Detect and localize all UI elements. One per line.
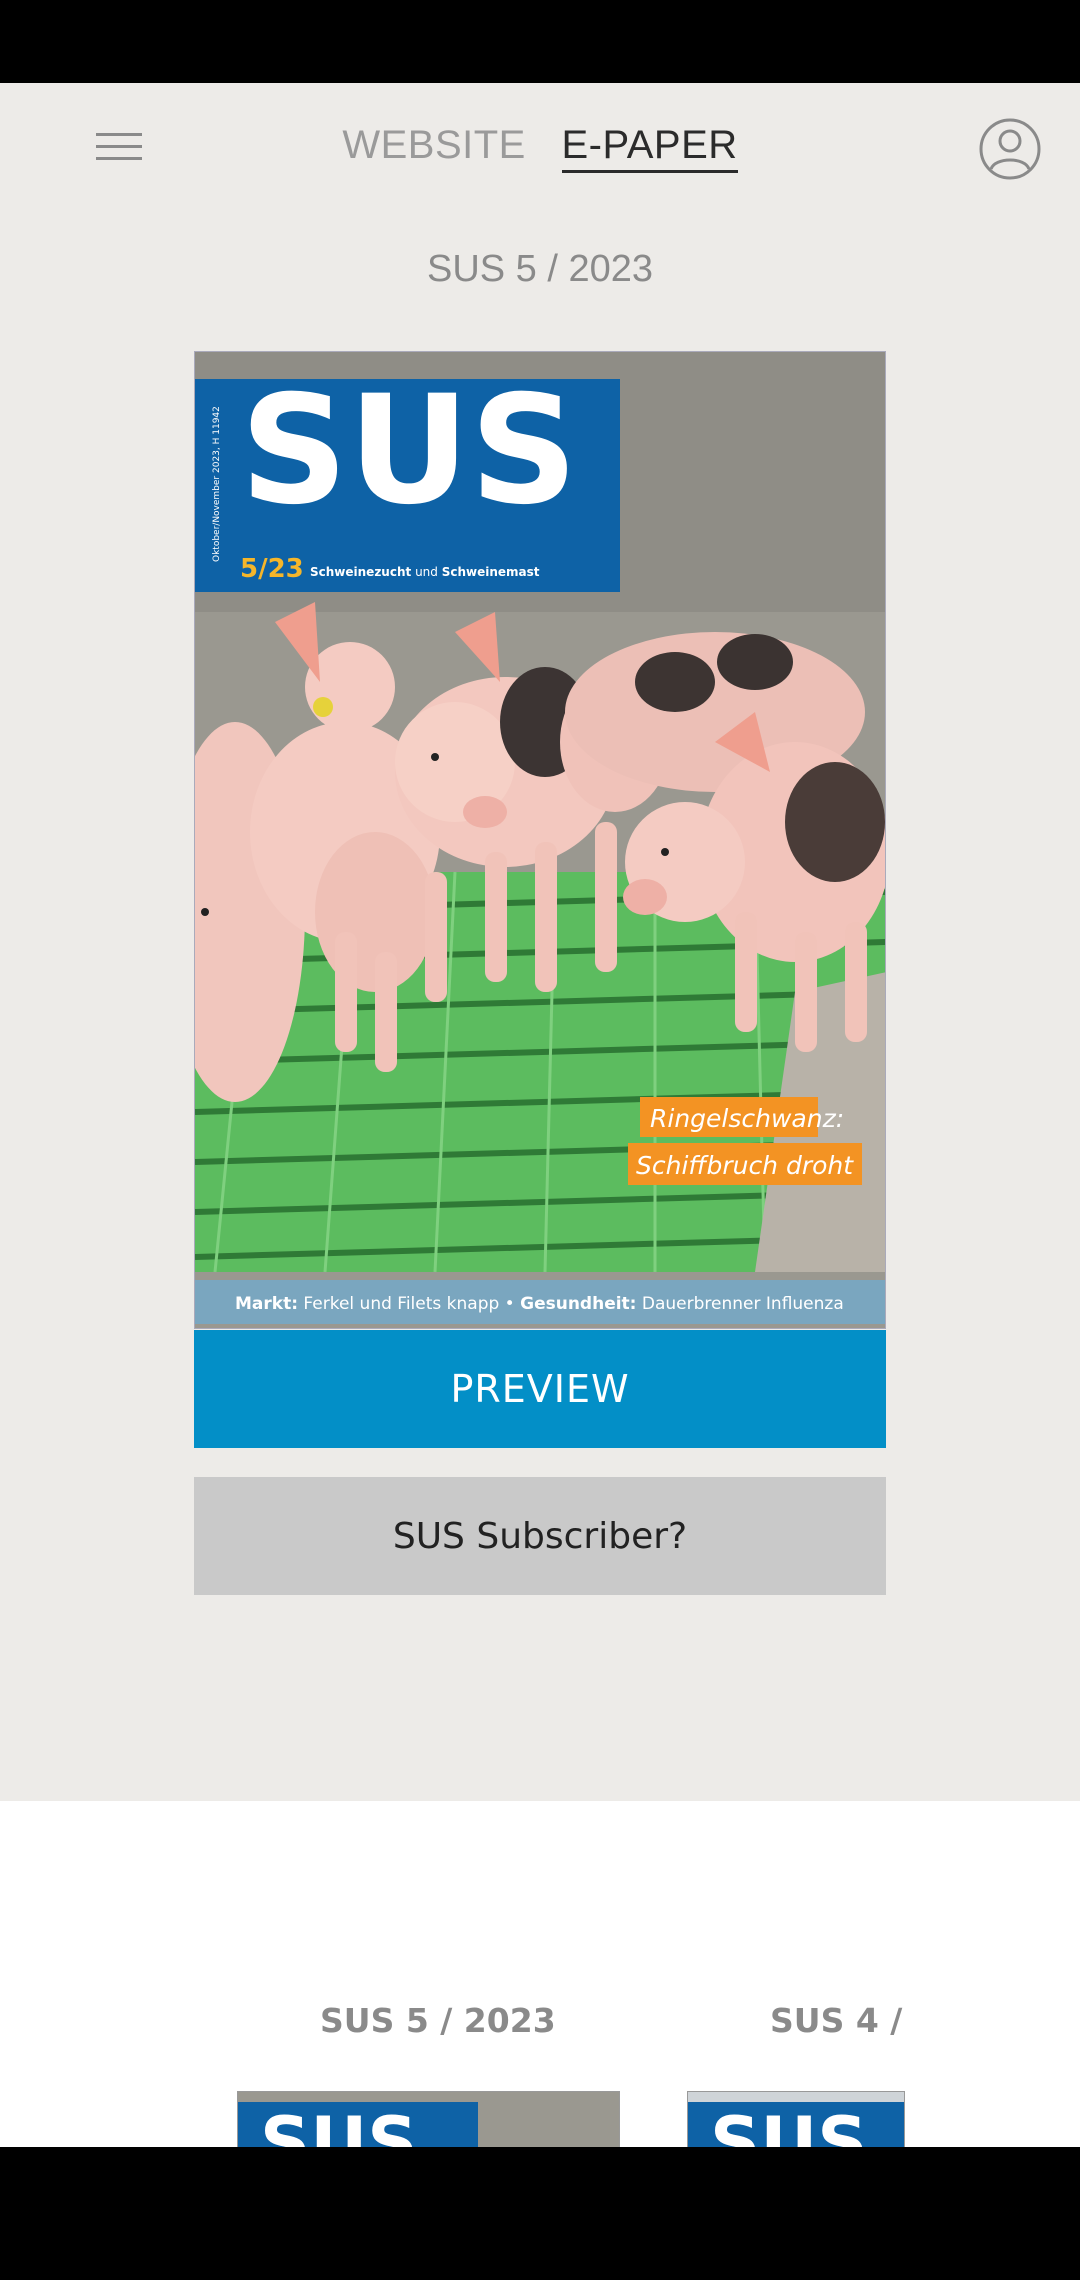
status-bar bbox=[0, 0, 1080, 83]
archive-item-title: SUS 5 / 2023 bbox=[320, 2001, 556, 2040]
system-navigation-bar bbox=[0, 2147, 1080, 2280]
cover-subtitle: Schweinezucht und Schweinemast bbox=[310, 565, 540, 579]
subscriber-button[interactable]: SUS Subscriber? bbox=[194, 1477, 886, 1595]
cover-masthead: SUS bbox=[240, 364, 578, 538]
account-icon[interactable] bbox=[978, 117, 1042, 181]
tab-e-paper[interactable]: E-PAPER bbox=[561, 123, 738, 173]
cover-footer-text: Markt: Ferkel und Filets knapp • Gesundh… bbox=[235, 1294, 844, 1314]
archive-item-cover[interactable]: SUS bbox=[687, 2091, 905, 2147]
tab-website[interactable]: WEBSITE bbox=[342, 123, 526, 168]
nav-tabs: WEBSITE E-PAPER bbox=[0, 123, 1080, 173]
cover-issue-number: 5/23 bbox=[240, 554, 304, 584]
svg-text:SUS: SUS bbox=[710, 2102, 868, 2147]
preview-button[interactable]: PREVIEW bbox=[194, 1330, 886, 1448]
archive-item-title: SUS 4 / bbox=[770, 2001, 903, 2040]
magazine-cover-image[interactable]: SUS 5/23 Schweinezucht und Schweinemast … bbox=[194, 351, 886, 1329]
cover-side-text: Oktober/November 2023, H 11942 bbox=[212, 406, 222, 562]
cover-headline-line-1: Ringelschwanz: bbox=[650, 1104, 844, 1133]
epaper-header-section: WEBSITE E-PAPER SUS 5 / 2023 SUS 5/23 Sc… bbox=[0, 83, 1080, 1801]
archive-item-cover[interactable]: SUS bbox=[237, 2091, 620, 2147]
issue-title: SUS 5 / 2023 bbox=[426, 248, 654, 290]
svg-text:SUS: SUS bbox=[260, 2102, 418, 2147]
archive-carousel[interactable]: SUS 5 / 2023 SUS 4 / SUS SUS bbox=[0, 1801, 1080, 2147]
cover-headline-line-2: Schiffbruch droht bbox=[636, 1151, 854, 1180]
